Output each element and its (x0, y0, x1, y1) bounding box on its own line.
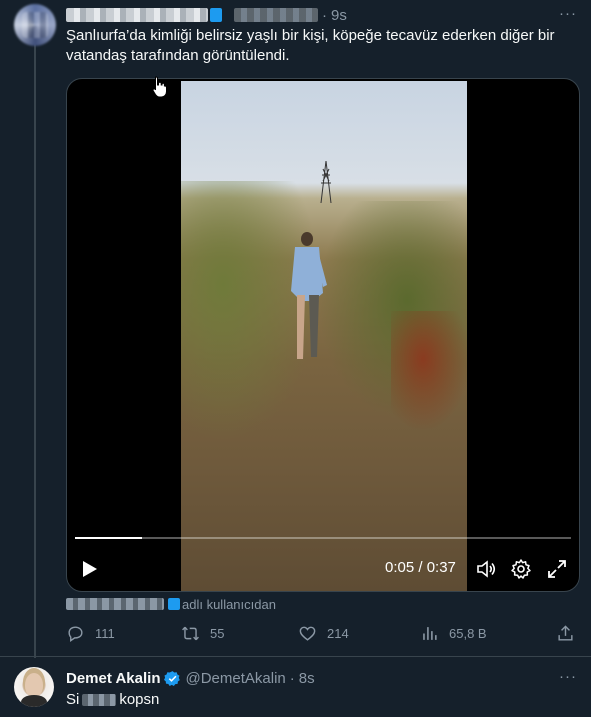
more-options-button[interactable]: ··· (559, 5, 577, 22)
person-figure-graphic (291, 232, 327, 359)
reply-separator-dot: · (289, 669, 295, 687)
reply-icon (68, 626, 83, 642)
reply-button[interactable]: 111 (66, 624, 115, 643)
video-frame[interactable] (181, 81, 467, 591)
video-timecode: 0:05 / 0:37 (385, 559, 456, 576)
author-name-blurred[interactable] (66, 8, 208, 22)
views-count: 65,8 B (449, 626, 487, 641)
reply-author-handle[interactable]: @DemetAkalin (185, 670, 285, 687)
reply-text-start: Si (66, 691, 80, 708)
settings-icon[interactable] (510, 558, 532, 580)
reply-header: Demet Akalin @DemetAkalin · 8s ··· (66, 668, 577, 688)
attribution-badge-blurred (168, 598, 180, 610)
fullscreen-icon[interactable] (546, 558, 568, 580)
tweet-actions: 111 55 214 65,8 B (66, 624, 576, 646)
reply-text-end: kopsn (119, 691, 160, 708)
author-handle-blurred[interactable] (234, 8, 318, 22)
reply-author-name[interactable]: Demet Akalin (66, 670, 160, 687)
video-scene-ditch (391, 311, 467, 431)
tweet-time[interactable]: 9s (331, 7, 347, 24)
video-player[interactable]: 0:05 / 0:37 (66, 78, 580, 592)
like-button[interactable]: 214 (298, 624, 349, 643)
retweet-count: 55 (210, 626, 225, 641)
retweet-button[interactable]: 55 (181, 624, 224, 643)
video-progress-bar[interactable] (75, 537, 571, 539)
author-badge-blurred (210, 8, 222, 22)
reply-text: Si kopsn (66, 690, 159, 710)
tweet-divider (0, 656, 591, 657)
author-avatar-blurred[interactable] (14, 4, 56, 46)
volume-icon[interactable] (475, 558, 497, 580)
retweet-icon (182, 626, 199, 641)
video-progress-fill (75, 537, 142, 539)
separator-dot: · (322, 6, 327, 24)
power-tower-graphic (320, 161, 332, 203)
verified-icon (164, 670, 181, 686)
views-button[interactable]: 65,8 B (420, 624, 487, 643)
share-icon (558, 625, 573, 641)
like-count: 214 (327, 626, 349, 641)
reply-more-options-button[interactable]: ··· (559, 668, 577, 685)
play-icon[interactable] (79, 559, 99, 579)
reply-count: 111 (95, 626, 115, 641)
attribution-text: adlı kullanıcıdan (182, 596, 276, 612)
share-button[interactable] (556, 624, 585, 643)
views-icon (423, 627, 437, 640)
thread-connector-line (34, 44, 36, 658)
tweet-text: Şanlıurfa’da kimliği belirsiz yaşlı bir … (66, 27, 555, 64)
like-icon (299, 626, 316, 641)
tweet-header: · 9s ··· (66, 5, 577, 25)
attribution-user-blurred[interactable] (66, 598, 164, 610)
video-controls: 0:05 / 0:37 (67, 553, 579, 585)
reply-author-avatar[interactable] (14, 667, 54, 707)
cursor-icon (152, 76, 167, 98)
reply-time[interactable]: 8s (299, 670, 315, 687)
video-attribution: adlı kullanıcıdan (66, 596, 276, 612)
reply-text-censored (82, 694, 117, 706)
